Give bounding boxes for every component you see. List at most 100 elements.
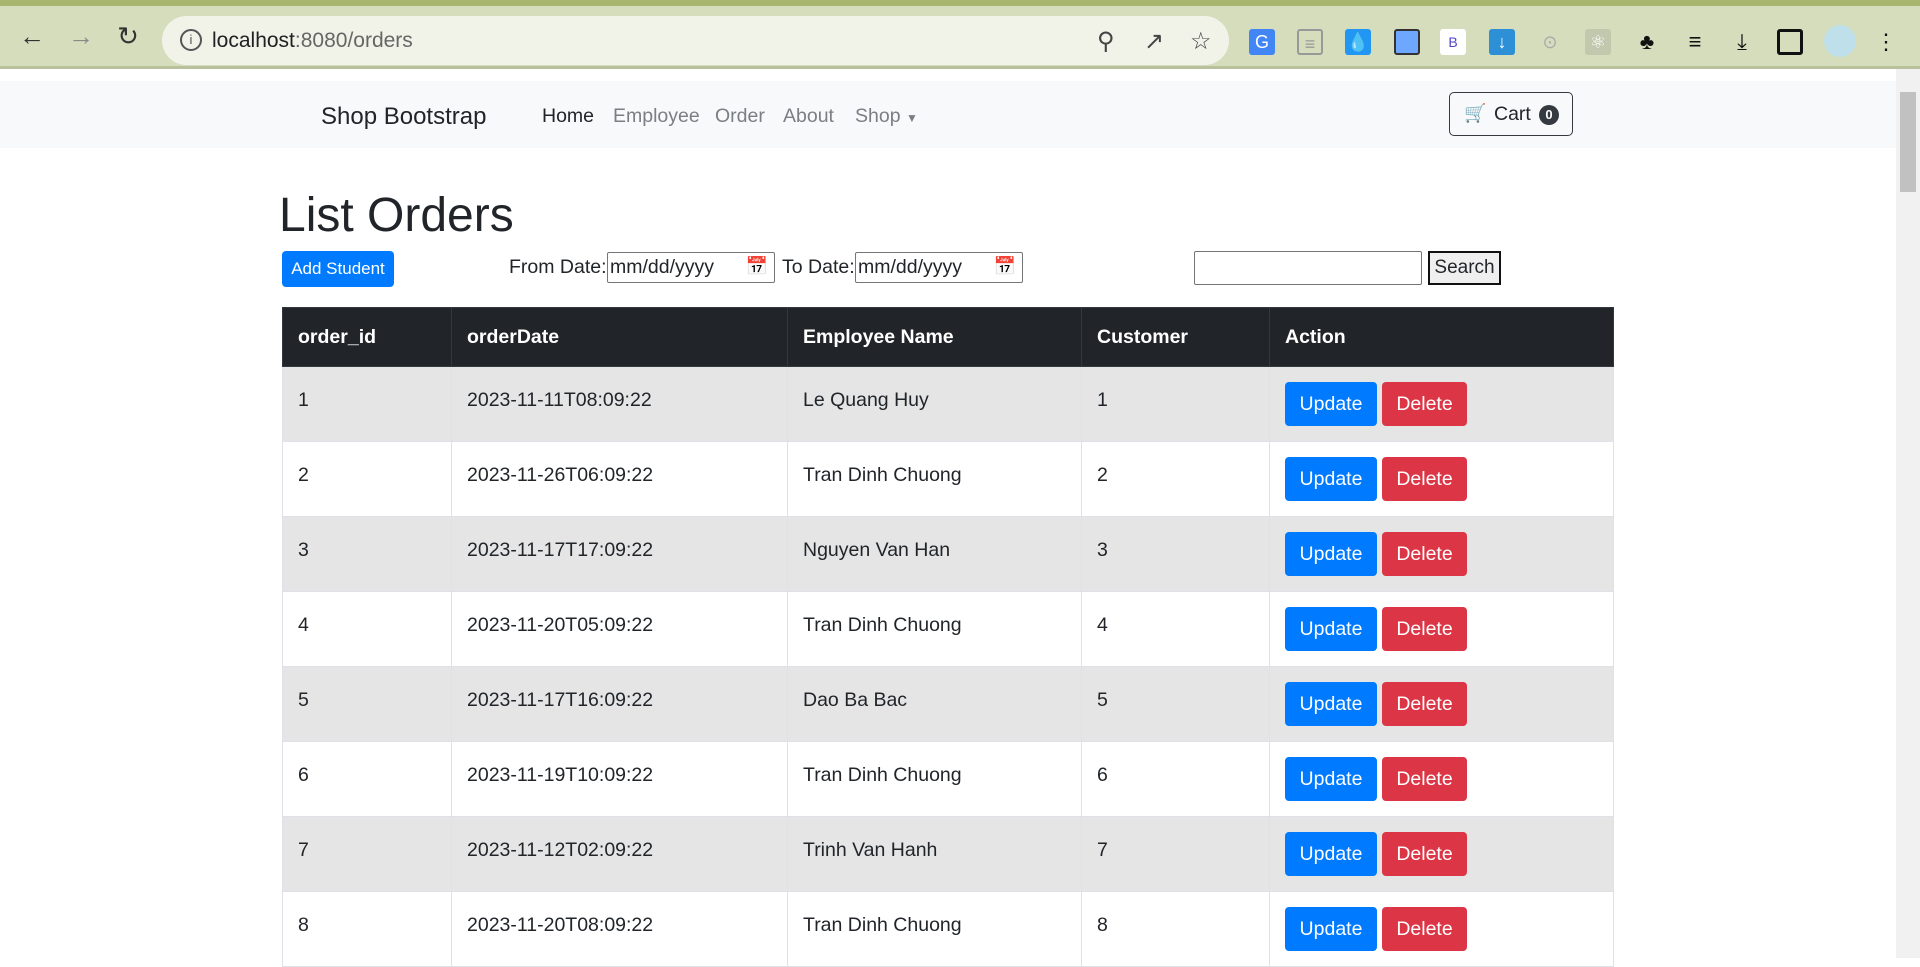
delete-button[interactable]: Delete xyxy=(1382,532,1467,576)
brand-link[interactable]: Shop Bootstrap xyxy=(321,103,486,131)
table-row: 4 2023-11-20T05:09:22 Tran Dinh Chuong 4 Upd… xyxy=(282,591,1614,667)
nav-shop-dropdown[interactable]: Shop ▼ xyxy=(855,105,918,128)
delete-button[interactable]: Delete xyxy=(1382,607,1467,651)
update-button[interactable]: Update xyxy=(1285,607,1377,651)
browser-toolbar: ← → ↻ i localhost:8080/orders ⚲ ↗ ☆ G ≡ … xyxy=(0,6,1920,69)
nav-shop-label: Shop xyxy=(855,105,901,127)
nav-order[interactable]: Order xyxy=(715,105,765,128)
order-id-cell: 8 xyxy=(282,891,452,967)
update-button[interactable]: Update xyxy=(1285,682,1377,726)
employee-name-cell: Nguyen Van Han xyxy=(787,516,1082,592)
url-host: localhost xyxy=(212,29,295,52)
google-translate-icon[interactable]: G xyxy=(1249,29,1275,55)
delete-button[interactable]: Delete xyxy=(1382,382,1467,426)
side-panel-icon[interactable] xyxy=(1777,29,1803,55)
action-cell: Update Delete xyxy=(1269,741,1614,817)
profile-avatar[interactable] xyxy=(1824,25,1856,57)
order-date-cell: 2023-11-17T17:09:22 xyxy=(451,516,788,592)
update-button[interactable]: Update xyxy=(1285,757,1377,801)
update-button[interactable]: Update xyxy=(1285,832,1377,876)
site-navbar: Shop Bootstrap Home Employee Order About… xyxy=(0,81,1896,148)
forward-icon[interactable]: → xyxy=(67,22,95,50)
from-date-input[interactable]: mm/dd/yyyy 📅 xyxy=(607,252,775,283)
customer-cell: 2 xyxy=(1081,441,1270,517)
action-cell: Update Delete xyxy=(1269,666,1614,742)
orders-table: order_id orderDate Employee Name Customer Ac… xyxy=(282,307,1614,967)
search-button[interactable]: Search xyxy=(1428,251,1501,285)
nav-employee[interactable]: Employee xyxy=(613,105,700,128)
calendar-icon[interactable]: 📅 xyxy=(746,256,768,277)
order-date-cell: 2023-11-12T02:09:22 xyxy=(451,816,788,892)
table-row: 1 2023-11-11T08:09:22 Le Quang Huy 1 Update D… xyxy=(282,366,1614,442)
to-date-placeholder: mm/dd/yyyy xyxy=(858,256,963,278)
download-arrow-icon[interactable]: ↓ xyxy=(1489,29,1515,55)
phone-icon[interactable] xyxy=(1394,29,1420,55)
delete-button[interactable]: Delete xyxy=(1382,907,1467,951)
update-button[interactable]: Update xyxy=(1285,457,1377,501)
scrollbar[interactable] xyxy=(1896,69,1920,958)
to-date-input[interactable]: mm/dd/yyyy 📅 xyxy=(855,252,1023,283)
employee-name-cell: Tran Dinh Chuong xyxy=(787,441,1082,517)
cart-button[interactable]: 🛒 Cart 0 xyxy=(1449,92,1573,136)
table-row: 5 2023-11-17T16:09:22 Dao Ba Bac 5 Update Del… xyxy=(282,666,1614,742)
column-header: Employee Name xyxy=(787,307,1082,367)
employee-name-cell: Tran Dinh Chuong xyxy=(787,741,1082,817)
action-cell: Update Delete xyxy=(1269,516,1614,592)
table-row: 8 2023-11-20T08:09:22 Tran Dinh Chuong 8 Upd… xyxy=(282,891,1614,967)
media-queue-icon[interactable]: ≡ xyxy=(1682,29,1708,55)
action-cell: Update Delete xyxy=(1269,591,1614,667)
reload-icon[interactable]: ↻ xyxy=(114,22,142,50)
employee-name-cell: Tran Dinh Chuong xyxy=(787,891,1082,967)
site-info-icon[interactable]: i xyxy=(180,29,202,51)
update-button[interactable]: Update xyxy=(1285,532,1377,576)
add-student-button[interactable]: Add Student xyxy=(282,251,394,287)
zoom-icon[interactable]: ⚲ xyxy=(1097,27,1115,56)
order-id-cell: 4 xyxy=(282,591,452,667)
order-date-cell: 2023-11-20T05:09:22 xyxy=(451,591,788,667)
scrollbar-thumb[interactable] xyxy=(1900,92,1916,192)
page-title: List Orders xyxy=(279,189,514,242)
puzzle-icon[interactable]: ♣ xyxy=(1634,29,1660,55)
orbit-icon[interactable]: ⊙ xyxy=(1537,29,1563,55)
from-date-label: From Date: xyxy=(509,256,607,278)
column-header: order_id xyxy=(282,307,452,367)
delete-button[interactable]: Delete xyxy=(1382,757,1467,801)
customer-cell: 7 xyxy=(1081,816,1270,892)
bootstrap-icon[interactable]: B xyxy=(1440,29,1466,55)
downloads-icon[interactable]: ⤓ xyxy=(1729,29,1755,55)
order-date-cell: 2023-11-26T06:09:22 xyxy=(451,441,788,517)
table-header-row: order_id orderDate Employee Name Customer Ac… xyxy=(282,307,1614,367)
customer-cell: 5 xyxy=(1081,666,1270,742)
employee-name-cell: Dao Ba Bac xyxy=(787,666,1082,742)
employee-name-cell: Le Quang Huy xyxy=(787,366,1082,442)
menu-dots-icon[interactable]: ⋮ xyxy=(1873,29,1899,55)
order-id-cell: 6 xyxy=(282,741,452,817)
order-id-cell: 2 xyxy=(282,441,452,517)
table-row: 6 2023-11-19T10:09:22 Tran Dinh Chuong 6 Upd… xyxy=(282,741,1614,817)
delete-button[interactable]: Delete xyxy=(1382,832,1467,876)
cart-icon: 🛒 xyxy=(1464,103,1487,123)
delete-button[interactable]: Delete xyxy=(1382,457,1467,501)
caret-down-icon: ▼ xyxy=(905,111,918,125)
back-icon[interactable]: ← xyxy=(18,22,46,50)
customer-cell: 1 xyxy=(1081,366,1270,442)
url-text: localhost:8080/orders xyxy=(212,29,413,53)
column-header: Action xyxy=(1269,307,1614,367)
from-date-placeholder: mm/dd/yyyy xyxy=(610,256,715,278)
share-icon[interactable]: ↗ xyxy=(1144,27,1164,56)
nav-home[interactable]: Home xyxy=(542,105,594,128)
action-cell: Update Delete xyxy=(1269,816,1614,892)
delete-button[interactable]: Delete xyxy=(1382,682,1467,726)
address-bar[interactable]: i localhost:8080/orders ⚲ ↗ ☆ xyxy=(162,16,1229,65)
bookmark-star-icon[interactable]: ☆ xyxy=(1190,27,1212,56)
update-button[interactable]: Update xyxy=(1285,907,1377,951)
react-icon[interactable]: ⚛ xyxy=(1585,29,1611,55)
reader-icon[interactable]: ≡ xyxy=(1297,29,1323,55)
calendar-icon[interactable]: 📅 xyxy=(994,256,1016,277)
column-header: orderDate xyxy=(451,307,788,367)
update-button[interactable]: Update xyxy=(1285,382,1377,426)
search-input[interactable] xyxy=(1194,251,1422,285)
nav-about[interactable]: About xyxy=(783,105,834,128)
url-path: :8080/orders xyxy=(294,29,413,52)
droplet-icon[interactable]: 💧 xyxy=(1345,29,1371,55)
